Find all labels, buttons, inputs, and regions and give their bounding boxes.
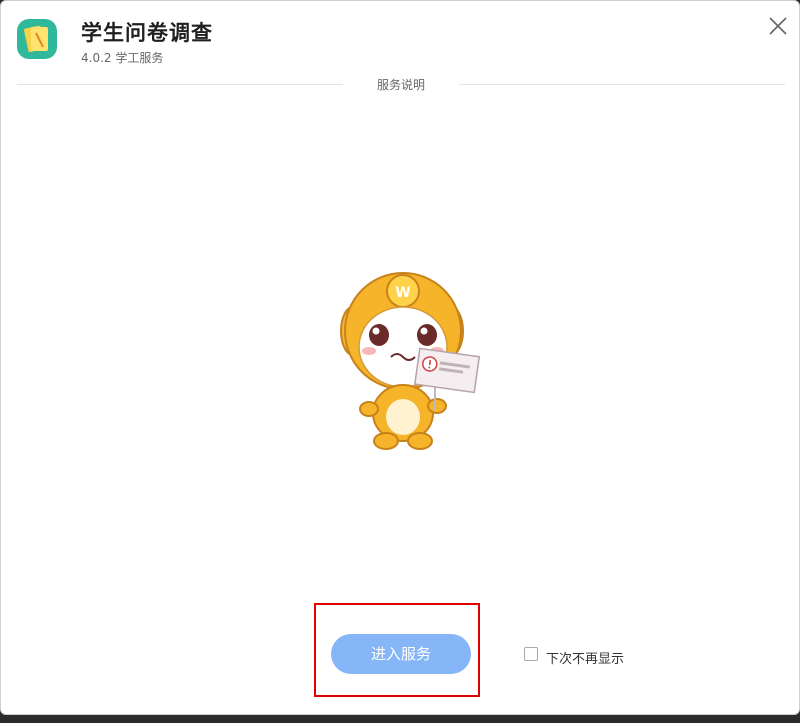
mascot-illustration: W <box>331 261 481 451</box>
app-notebook-icon <box>17 19 57 59</box>
service-dialog: 学生问卷调查 4.0.2 学工服务 服务说明 W 进入服务 下次不再显示 <box>0 0 800 715</box>
enter-service-button[interactable]: 进入服务 <box>331 634 471 674</box>
app-version-subtitle: 4.0.2 学工服务 <box>81 51 164 65</box>
close-icon <box>769 17 787 35</box>
section-divider-label: 服务说明 <box>376 78 425 92</box>
app-title: 学生问卷调查 <box>81 21 213 45</box>
close-button[interactable] <box>767 15 789 37</box>
dont-show-again-label[interactable]: 下次不再显示 <box>546 648 624 667</box>
svg-text:W: W <box>395 285 410 301</box>
divider-right <box>459 84 785 85</box>
divider-left <box>17 84 343 85</box>
dont-show-again-checkbox[interactable] <box>524 647 538 661</box>
